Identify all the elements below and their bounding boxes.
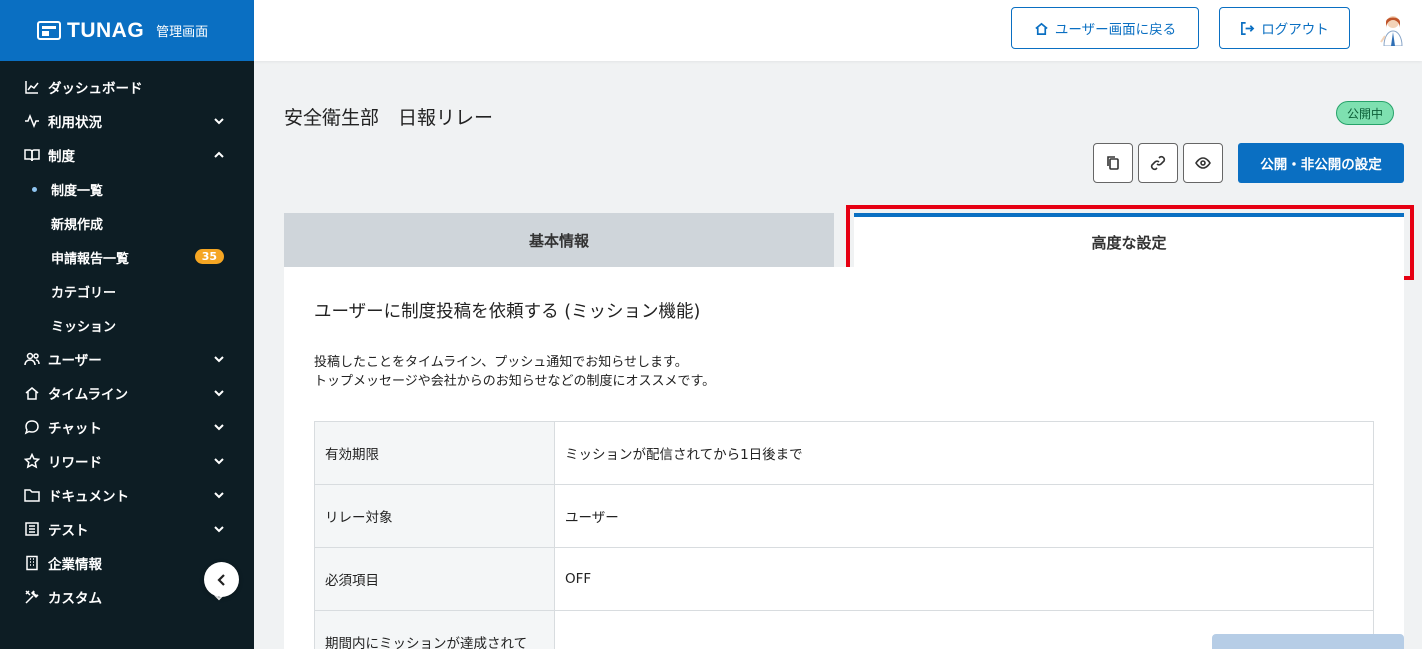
table-row-label: 必須項目 — [314, 547, 555, 611]
sidebar-item-label: テスト — [48, 523, 89, 539]
chevron-left-icon — [216, 573, 225, 586]
collapse-sidebar-button[interactable] — [204, 562, 239, 597]
sidebar-item-label: 企業情報 — [48, 557, 102, 573]
tab-advanced-settings[interactable]: 高度な設定 — [854, 213, 1404, 267]
sidebar-subitem-mission[interactable]: ミッション — [0, 308, 254, 342]
chat-icon — [24, 419, 40, 435]
home-icon — [1035, 22, 1048, 35]
sidebar: TUNAG 管理画面 ダッシュボード 利用状況 制度 制度一覧 新規作成 申請報… — [0, 0, 254, 649]
table-row-label: リレー対象 — [314, 484, 555, 548]
sidebar-item-label: ドキュメント — [48, 489, 129, 505]
chevron-down-icon[interactable] — [212, 522, 226, 536]
sidebar-item-test[interactable]: テスト — [0, 512, 254, 546]
status-badge: 公開中 — [1336, 101, 1394, 125]
sidebar-item-usage[interactable]: 利用状況 — [0, 104, 254, 138]
description-line: 投稿したことをタイムライン、プッシュ通知でお知らせします。 — [314, 355, 688, 370]
sidebar-item-label: ユーザー — [48, 353, 102, 369]
count-badge: 35 — [194, 249, 224, 264]
chevron-up-icon[interactable] — [212, 148, 226, 162]
sidebar-item-reward[interactable]: リワード — [0, 444, 254, 478]
building-icon — [24, 555, 40, 571]
sidebar-subitem-label: 申請報告一覧 — [51, 251, 130, 267]
brand-header[interactable]: TUNAG 管理画面 — [0, 0, 254, 61]
table-row-label: 有効期限 — [314, 421, 555, 485]
table-row-value: ユーザー — [554, 484, 1374, 548]
home-icon — [24, 385, 40, 401]
chevron-down-icon[interactable] — [212, 386, 226, 400]
section-title: ユーザーに制度投稿を依頼する (ミッション機能) — [314, 302, 701, 322]
sidebar-item-system[interactable]: 制度 — [0, 138, 254, 172]
brand-subtitle: 管理画面 — [156, 25, 209, 40]
logout-button[interactable]: ログアウト — [1219, 7, 1350, 49]
sidebar-subitem-label: ミッション — [51, 319, 117, 335]
pulse-icon — [24, 113, 40, 129]
chevron-down-icon[interactable] — [212, 420, 226, 434]
active-dot-icon — [32, 187, 37, 192]
chevron-down-icon[interactable] — [212, 454, 226, 468]
sidebar-item-label: ダッシュボード — [48, 81, 143, 97]
sidebar-subitem-label: 新規作成 — [51, 217, 104, 233]
link-icon — [1150, 155, 1166, 171]
settings-table: 有効期限 ミッションが配信されてから1日後まで リレー対象 ユーザー 必須項目 … — [314, 421, 1374, 649]
tools-icon — [24, 589, 40, 605]
copy-button[interactable] — [1093, 143, 1133, 183]
book-icon — [24, 147, 40, 163]
users-icon — [24, 351, 40, 367]
table-row-value: OFF — [554, 547, 1374, 611]
preview-button[interactable] — [1183, 143, 1223, 183]
back-button-label: ユーザー画面に戻る — [1054, 22, 1177, 38]
logout-button-label: ログアウト — [1261, 22, 1329, 38]
description-line: トップメッセージや会社からのお知らせなどの制度にオススメです。 — [314, 374, 716, 389]
sidebar-subitem-category[interactable]: カテゴリー — [0, 274, 254, 308]
sidebar-item-timeline[interactable]: タイムライン — [0, 376, 254, 410]
sidebar-item-chat[interactable]: チャット — [0, 410, 254, 444]
chevron-down-icon[interactable] — [212, 114, 226, 128]
list-icon — [24, 521, 40, 537]
folder-icon — [24, 487, 40, 503]
sidebar-subitem-new[interactable]: 新規作成 — [0, 206, 254, 240]
tunag-logo: TUNAG — [37, 19, 144, 43]
link-button[interactable] — [1138, 143, 1178, 183]
sidebar-item-users[interactable]: ユーザー — [0, 342, 254, 376]
table-row-label: 期間内にミッションが達成されて — [314, 610, 555, 649]
logo-icon — [37, 21, 61, 40]
sidebar-item-label: タイムライン — [48, 387, 129, 403]
sidebar-item-label: 利用状況 — [48, 115, 102, 131]
brand-name: TUNAG — [67, 18, 145, 42]
section-description: 投稿したことをタイムライン、プッシュ通知でお知らせします。 トップメッセージや会… — [314, 353, 715, 391]
table-row: リレー対象 ユーザー — [314, 484, 1374, 548]
star-icon — [24, 453, 40, 469]
floating-action-button[interactable] — [1212, 634, 1404, 649]
top-header: ユーザー画面に戻る ログアウト — [254, 0, 1422, 61]
table-row: 必須項目 OFF — [314, 547, 1374, 611]
sidebar-subitem-reports[interactable]: 申請報告一覧 35 — [0, 240, 254, 274]
eye-icon — [1195, 157, 1211, 169]
publish-settings-button[interactable]: 公開・非公開の設定 — [1238, 143, 1404, 183]
sidebar-item-dashboard[interactable]: ダッシュボード — [0, 70, 254, 104]
back-to-user-screen-button[interactable]: ユーザー画面に戻る — [1011, 7, 1199, 49]
page-title: 安全衛生部 日報リレー — [284, 107, 494, 129]
chevron-down-icon[interactable] — [212, 488, 226, 502]
table-row: 有効期限 ミッションが配信されてから1日後まで — [314, 421, 1374, 485]
avatar[interactable] — [1376, 12, 1410, 46]
sidebar-nav: ダッシュボード 利用状況 制度 制度一覧 新規作成 申請報告一覧 35 カテゴリ… — [0, 61, 254, 614]
sidebar-subitem-label: カテゴリー — [51, 285, 117, 301]
tab-basic-info[interactable]: 基本情報 — [284, 213, 834, 267]
table-row-value: ミッションが配信されてから1日後まで — [554, 421, 1374, 485]
logout-icon — [1241, 21, 1255, 35]
chevron-down-icon[interactable] — [212, 352, 226, 366]
chart-icon — [24, 79, 40, 95]
sidebar-item-label: チャット — [48, 421, 102, 437]
sidebar-item-label: リワード — [48, 455, 102, 471]
sidebar-item-label: カスタム — [48, 591, 102, 607]
sidebar-item-document[interactable]: ドキュメント — [0, 478, 254, 512]
sidebar-item-label: 制度 — [48, 149, 75, 165]
sidebar-subitem-label: 制度一覧 — [51, 183, 104, 199]
sidebar-subitem-system-list[interactable]: 制度一覧 — [0, 172, 254, 206]
copy-icon — [1107, 156, 1119, 170]
